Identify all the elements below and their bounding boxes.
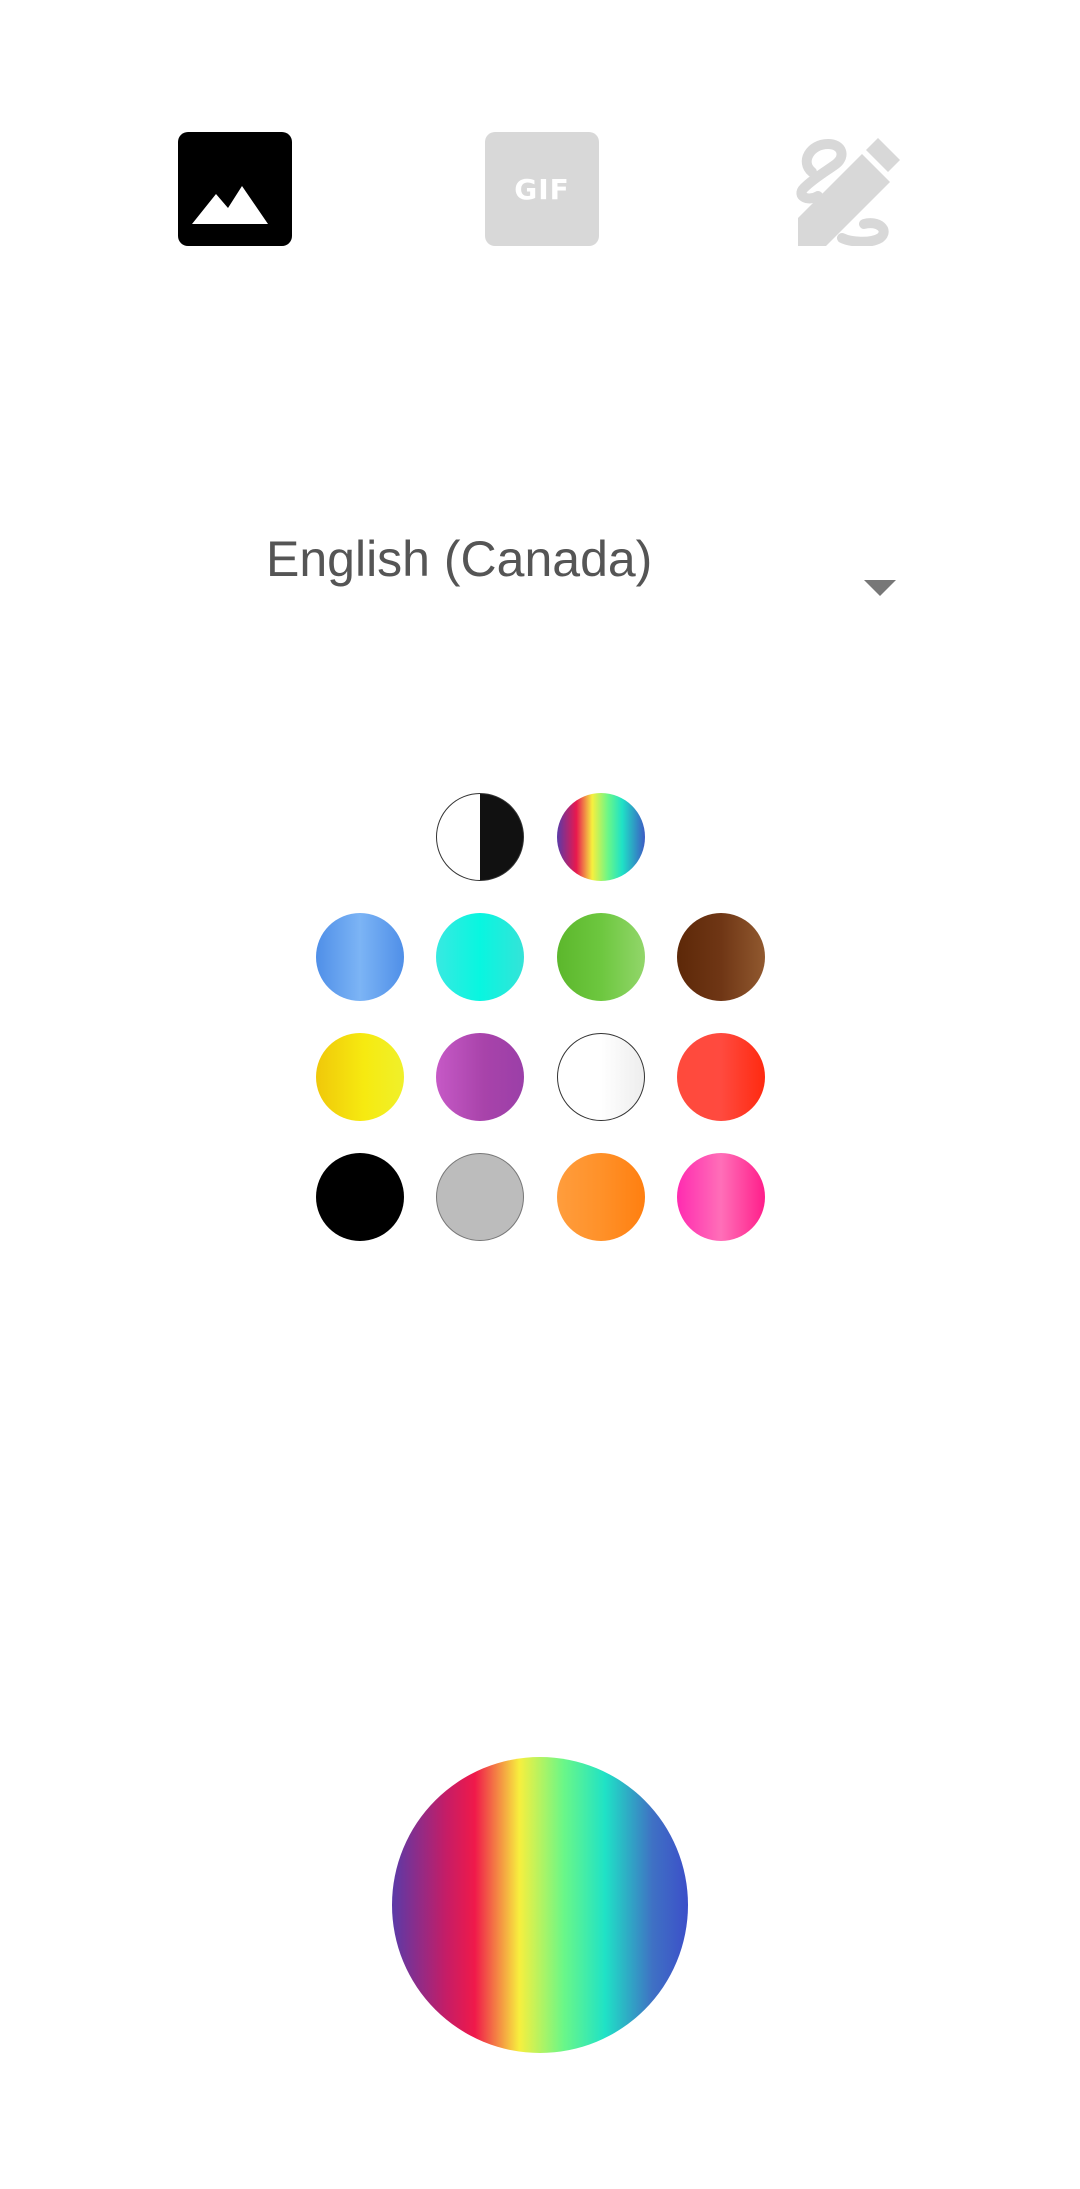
swatch-black[interactable] — [316, 1153, 404, 1241]
swatch-purple[interactable] — [436, 1033, 524, 1121]
image-mode-button[interactable] — [178, 132, 292, 246]
swatch-contrast[interactable] — [436, 793, 524, 881]
swatch-blue[interactable] — [316, 913, 404, 1001]
draw-mode-button[interactable] — [790, 132, 904, 246]
color-preview-circle — [392, 1757, 688, 2053]
swatch-green[interactable] — [557, 913, 645, 1001]
swatch-cyan[interactable] — [436, 913, 524, 1001]
swatch-orange[interactable] — [557, 1153, 645, 1241]
gif-mode-button[interactable]: GIF — [485, 132, 599, 246]
language-dropdown[interactable]: English (Canada) — [266, 520, 896, 610]
gif-label: GIF — [514, 172, 570, 206]
swatch-brown[interactable] — [677, 913, 765, 1001]
swatch-rainbow[interactable] — [557, 793, 645, 881]
gif-icon: GIF — [485, 132, 599, 246]
language-selected-label: English (Canada) — [266, 531, 653, 587]
swatch-gray[interactable] — [436, 1153, 524, 1241]
image-icon — [178, 132, 292, 246]
draw-icon — [796, 138, 900, 246]
dropdown-arrow-icon — [864, 580, 896, 596]
swatch-yellow[interactable] — [316, 1033, 404, 1121]
swatch-pink[interactable] — [677, 1153, 765, 1241]
swatch-red[interactable] — [677, 1033, 765, 1121]
swatch-white[interactable] — [557, 1033, 645, 1121]
